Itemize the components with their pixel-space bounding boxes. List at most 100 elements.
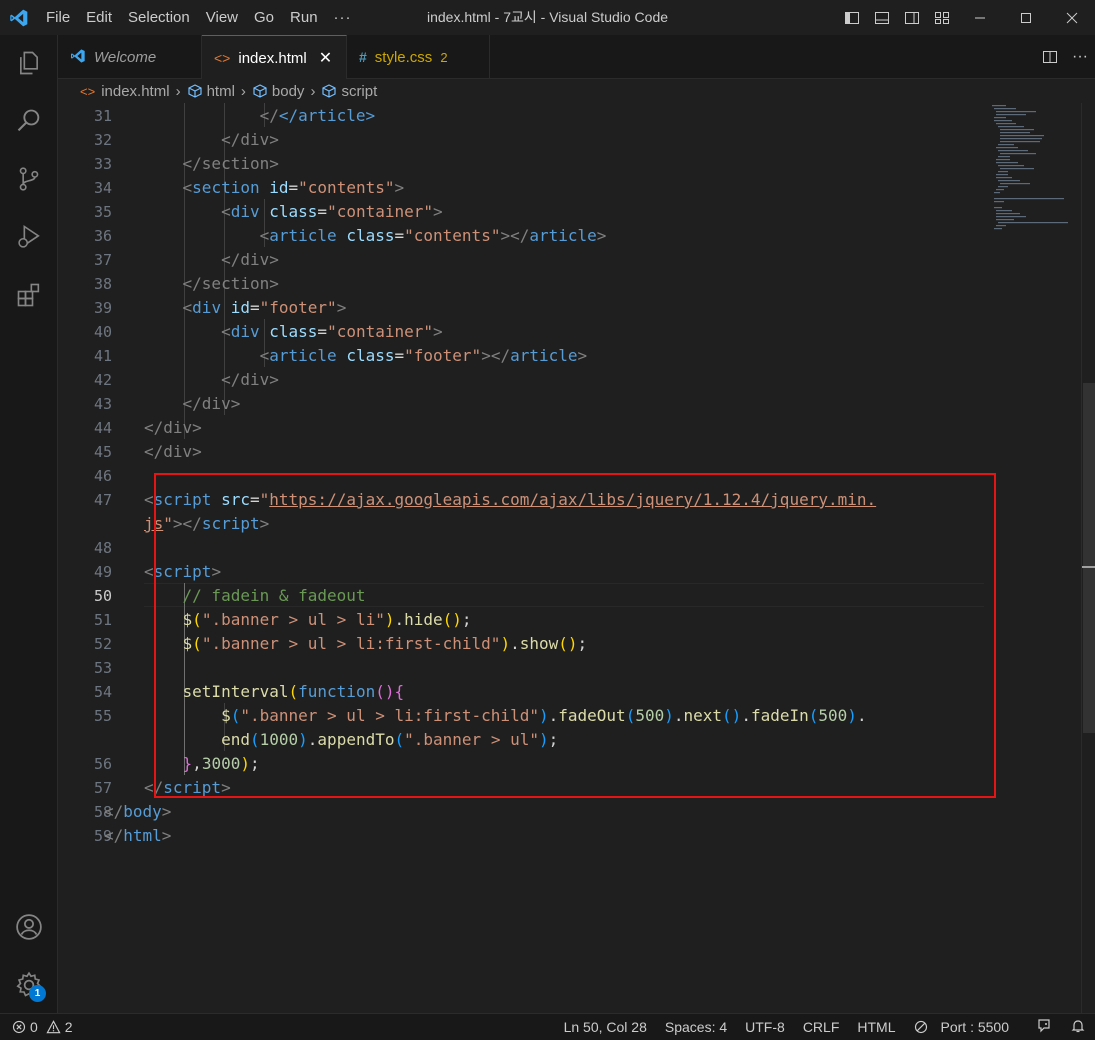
- line-number: 37: [93, 251, 112, 269]
- live-server-port[interactable]: Port : 5500: [905, 1019, 1028, 1035]
- cursor-position-marker: [1082, 566, 1095, 568]
- run-debug-icon[interactable]: [0, 213, 58, 261]
- line-number: 50: [93, 587, 112, 605]
- annotation-highlight-box: [154, 473, 996, 798]
- error-icon: [12, 1020, 26, 1034]
- code-line: </div>: [144, 418, 202, 437]
- breadcrumb-body[interactable]: body: [252, 82, 305, 100]
- code-line: </div>: [182, 394, 241, 413]
- breadcrumb-file[interactable]: <> index.html: [80, 83, 170, 100]
- close-tab-icon[interactable]: ✕: [319, 48, 332, 68]
- code-line: </section>: [182, 274, 279, 293]
- breadcrumb-html[interactable]: html: [187, 83, 235, 100]
- problems-indicator[interactable]: 0 2: [0, 1019, 73, 1035]
- line-number: 32: [93, 131, 112, 149]
- tab-welcome[interactable]: Welcome: [58, 35, 202, 79]
- breadcrumb: <> index.html › html › body › script: [58, 79, 1095, 103]
- breadcrumb-script[interactable]: script: [321, 83, 377, 100]
- tab-index-html[interactable]: <> index.html ✕: [202, 35, 347, 80]
- menu-edit[interactable]: Edit: [78, 0, 120, 35]
- css-icon: #: [359, 49, 367, 65]
- line-ending[interactable]: CRLF: [794, 1019, 849, 1035]
- indentation[interactable]: Spaces: 4: [656, 1019, 736, 1035]
- explorer-icon[interactable]: [0, 39, 58, 87]
- feedback-icon[interactable]: [1027, 1018, 1061, 1037]
- language-mode[interactable]: HTML: [848, 1019, 904, 1035]
- split-editor-icon[interactable]: [1035, 35, 1065, 79]
- error-count: 0: [30, 1019, 38, 1035]
- notifications-bell-icon[interactable]: [1061, 1018, 1095, 1037]
- code-line: </html>: [104, 826, 172, 845]
- code-line: </div>: [221, 250, 279, 269]
- settings-update-badge: 1: [29, 985, 46, 1002]
- code-line: </section>: [182, 154, 279, 173]
- line-number: 34: [93, 179, 112, 197]
- tab-label: index.html: [238, 49, 307, 67]
- line-number: 40: [93, 323, 112, 341]
- breadcrumb-label: body: [271, 82, 305, 100]
- line-number: 47: [93, 491, 112, 509]
- minimap[interactable]: [988, 103, 1078, 233]
- activity-bar: 1: [0, 35, 58, 1013]
- menu-go[interactable]: Go: [246, 0, 282, 35]
- menu-view[interactable]: View: [198, 0, 246, 35]
- customize-layout-icon[interactable]: [927, 0, 957, 35]
- line-number: 39: [93, 299, 112, 317]
- minimize-icon[interactable]: [957, 0, 1003, 35]
- code-line: <div class="container">: [221, 202, 443, 221]
- breadcrumb-file-label: index.html: [101, 82, 170, 100]
- title-bar: File Edit Selection View Go Run ··· inde…: [0, 0, 1095, 35]
- line-number: 38: [93, 275, 112, 293]
- line-number: 57: [93, 779, 112, 797]
- search-icon[interactable]: [0, 97, 58, 145]
- scrollbar-thumb[interactable]: [1083, 383, 1095, 733]
- html-icon: <>: [214, 50, 231, 66]
- line-number: 56: [93, 755, 112, 773]
- accounts-icon[interactable]: [0, 903, 58, 951]
- warning-count: 2: [64, 1019, 73, 1035]
- symbol-element-icon: [322, 84, 337, 98]
- encoding[interactable]: UTF-8: [736, 1019, 794, 1035]
- menu-run[interactable]: Run: [282, 0, 326, 35]
- toggle-secondary-sidebar-icon[interactable]: [897, 0, 927, 35]
- status-bar: 0 2 Ln 50, Col 28 Spaces: 4 UTF-8 CRLF H…: [0, 1013, 1095, 1040]
- code-line: <div id="footer">: [182, 298, 347, 317]
- line-number: 49: [93, 563, 112, 581]
- code-line: <section id="contents">: [182, 178, 405, 197]
- menu-bar: File Edit Selection View Go Run ···: [38, 0, 360, 35]
- maximize-icon[interactable]: [1003, 0, 1049, 35]
- line-number: 48: [93, 539, 112, 557]
- menu-more[interactable]: ···: [326, 0, 360, 35]
- symbol-element-icon: [187, 84, 202, 98]
- cursor-position[interactable]: Ln 50, Col 28: [555, 1019, 656, 1035]
- tab-label: style.css: [374, 48, 433, 66]
- editor-tabs: Welcome <> index.html ✕ # style.css 2 ··…: [58, 35, 1095, 80]
- source-control-icon[interactable]: [0, 155, 58, 203]
- manage-gear-icon[interactable]: 1: [0, 961, 58, 1009]
- toggle-panel-icon[interactable]: [867, 0, 897, 35]
- tab-style-css[interactable]: # style.css 2: [347, 35, 490, 79]
- line-number: 33: [93, 155, 112, 173]
- line-number: 53: [93, 659, 112, 677]
- line-number: 42: [93, 371, 112, 389]
- code-editor[interactable]: 31 32 33 34 35 36 37 38 39 40 41 42 43 44 45 46 47 48 49 50…: [58, 103, 1095, 1013]
- close-window-icon[interactable]: [1049, 0, 1095, 35]
- problem-count-badge: 2: [440, 49, 448, 65]
- line-number: 55: [93, 707, 112, 725]
- extensions-icon[interactable]: [0, 271, 58, 319]
- vertical-scrollbar[interactable]: [1081, 103, 1095, 1013]
- line-number: 35: [93, 203, 112, 221]
- menu-selection[interactable]: Selection: [120, 0, 198, 35]
- chevron-right-icon: ›: [240, 82, 246, 100]
- code-line: </div>: [221, 130, 279, 149]
- line-number: 52: [93, 635, 112, 653]
- line-number: 31: [93, 107, 112, 125]
- vscode-icon: [70, 48, 86, 67]
- menu-file[interactable]: File: [38, 0, 78, 35]
- line-number: 43: [93, 395, 112, 413]
- toggle-primary-sidebar-icon[interactable]: [837, 0, 867, 35]
- tab-label: Welcome: [94, 48, 157, 66]
- more-actions-icon[interactable]: ···: [1065, 35, 1095, 79]
- line-number: 54: [93, 683, 112, 701]
- line-number: 41: [93, 347, 112, 365]
